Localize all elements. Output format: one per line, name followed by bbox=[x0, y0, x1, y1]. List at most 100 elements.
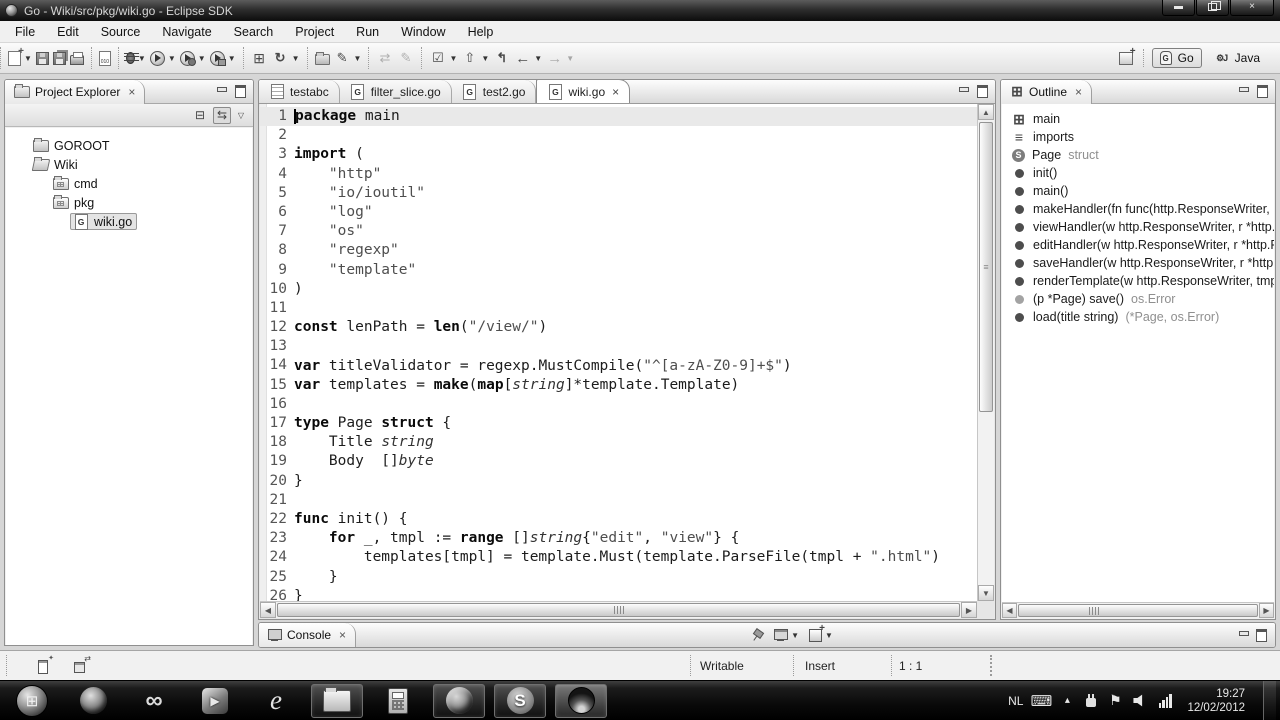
internet-explorer-taskbar-button[interactable] bbox=[250, 684, 302, 718]
outline-item-p-page-save[interactable]: (p *Page) save() os.Error bbox=[1012, 290, 1274, 308]
scroll-down-icon[interactable]: ▼ bbox=[978, 585, 994, 601]
dropdown-arrow-icon[interactable]: ▼ bbox=[449, 54, 457, 63]
outline-item-main[interactable]: main() bbox=[1012, 182, 1274, 200]
horizontal-scrollbar[interactable]: ◀ ▶ bbox=[260, 601, 977, 618]
maximize-view-button[interactable] bbox=[1255, 629, 1269, 641]
dropdown-arrow-icon[interactable]: ▼ bbox=[566, 54, 574, 63]
menu-window[interactable]: Window bbox=[390, 22, 456, 42]
start-button[interactable] bbox=[6, 684, 58, 718]
menu-source[interactable]: Source bbox=[90, 22, 152, 42]
calculator-taskbar-button[interactable] bbox=[372, 684, 424, 718]
dropdown-arrow-icon[interactable]: ▼ bbox=[138, 54, 146, 63]
forward-button[interactable]: ▼ bbox=[544, 49, 576, 68]
scroll-right-icon[interactable]: ▶ bbox=[1259, 603, 1274, 618]
navigate-up-button[interactable]: ▼ bbox=[459, 49, 491, 68]
menu-help[interactable]: Help bbox=[457, 22, 505, 42]
menu-navigate[interactable]: Navigate bbox=[151, 22, 222, 42]
infinity-app-taskbar-button[interactable] bbox=[128, 684, 180, 718]
scrollbar-thumb[interactable] bbox=[1018, 604, 1258, 617]
menu-edit[interactable]: Edit bbox=[46, 22, 90, 42]
collapse-all-button[interactable]: ⊟ bbox=[191, 107, 209, 124]
scrollbar-thumb[interactable]: ≡ bbox=[979, 122, 993, 412]
pin-console-button[interactable] bbox=[750, 628, 766, 642]
open-console-button[interactable]: ▼ bbox=[807, 623, 835, 643]
minimize-view-button[interactable] bbox=[215, 86, 229, 98]
close-icon[interactable]: × bbox=[1075, 85, 1082, 99]
tree-item-goroot[interactable]: GOROOT bbox=[6, 136, 252, 155]
clean-button[interactable] bbox=[395, 49, 416, 68]
scroll-left-icon[interactable]: ◀ bbox=[1002, 603, 1017, 618]
dropdown-arrow-icon[interactable]: ▼ bbox=[791, 631, 799, 640]
clock[interactable]: 19:27 12/02/2012 bbox=[1183, 687, 1245, 715]
close-icon[interactable]: × bbox=[128, 85, 135, 99]
save-all-button[interactable] bbox=[51, 51, 68, 66]
save-button[interactable] bbox=[34, 51, 51, 66]
minimize-editor-button[interactable] bbox=[957, 85, 971, 97]
menu-run[interactable]: Run bbox=[345, 22, 390, 42]
fast-view-icon[interactable] bbox=[38, 654, 54, 674]
outline-item-makehandler-fn-func-http-responsewriter[interactable]: makeHandler(fn func(http.ResponseWriter, bbox=[1012, 200, 1274, 218]
menu-project[interactable]: Project bbox=[284, 22, 345, 42]
close-icon[interactable]: × bbox=[612, 85, 619, 99]
run-history-button[interactable]: ▼ bbox=[178, 50, 208, 67]
minimize-view-button[interactable] bbox=[1237, 86, 1251, 98]
editor-tab-test2-go[interactable]: test2.go bbox=[451, 80, 537, 103]
volume-icon[interactable] bbox=[1133, 694, 1143, 707]
dropdown-arrow-icon[interactable]: ▼ bbox=[534, 54, 542, 63]
dropdown-arrow-icon[interactable]: ▼ bbox=[24, 54, 32, 63]
dropdown-arrow-icon[interactable]: ▼ bbox=[825, 631, 833, 640]
outline-item-main[interactable]: main bbox=[1012, 110, 1274, 128]
dropdown-arrow-icon[interactable]: ▼ bbox=[168, 54, 176, 63]
scrollbar-thumb[interactable] bbox=[277, 603, 960, 617]
vertical-scrollbar[interactable]: ▲ ≡ ▼ bbox=[977, 104, 994, 601]
outline-item-imports[interactable]: imports bbox=[1012, 128, 1274, 146]
file-explorer-taskbar-button[interactable] bbox=[311, 683, 363, 718]
external-tools-button[interactable]: ▼ bbox=[270, 49, 302, 68]
run-config-button[interactable]: ▼ bbox=[208, 50, 238, 67]
minimize-button[interactable] bbox=[1162, 0, 1195, 16]
restore-button[interactable] bbox=[1196, 0, 1229, 16]
media-player-taskbar-button[interactable] bbox=[189, 684, 241, 718]
editor-tab-wiki-go[interactable]: wiki.go × bbox=[536, 80, 631, 103]
project-explorer-tab[interactable]: Project Explorer × bbox=[5, 80, 146, 104]
open-resource-button[interactable] bbox=[313, 50, 332, 66]
minimize-view-button[interactable] bbox=[1237, 629, 1251, 641]
perspective-java-button[interactable]: Java bbox=[1207, 48, 1268, 68]
editor-presentation-icon[interactable] bbox=[74, 654, 91, 673]
hidden-icons-icon[interactable] bbox=[1059, 693, 1075, 709]
dropdown-arrow-icon[interactable]: ▼ bbox=[292, 54, 300, 63]
mark-occurrences-button[interactable]: ▼ bbox=[332, 49, 364, 68]
dropdown-arrow-icon[interactable]: ▼ bbox=[198, 54, 206, 63]
dropdown-arrow-icon[interactable]: ▼ bbox=[354, 54, 362, 63]
perspective-go-button[interactable]: Go bbox=[1151, 48, 1202, 68]
firefox-taskbar-button[interactable] bbox=[433, 683, 485, 718]
tree-item-wiki[interactable]: Wiki bbox=[6, 155, 252, 174]
menu-search[interactable]: Search bbox=[223, 22, 285, 42]
view-menu-button[interactable]: ▽ bbox=[235, 107, 247, 124]
debug-button[interactable]: ▼ bbox=[123, 51, 148, 65]
show-desktop-button[interactable] bbox=[1263, 680, 1276, 720]
new-wizard-button[interactable]: ▼ bbox=[6, 46, 34, 67]
tree-item-wiki-go[interactable]: wiki.go bbox=[6, 212, 252, 231]
outline-item-page[interactable]: Page struct bbox=[1012, 146, 1274, 164]
open-perspective-icon[interactable] bbox=[1118, 46, 1136, 65]
scroll-left-icon[interactable]: ◀ bbox=[260, 602, 276, 618]
network-signal-icon[interactable] bbox=[1157, 693, 1173, 708]
scroll-right-icon[interactable]: ▶ bbox=[961, 602, 977, 618]
outline-item-init[interactable]: init() bbox=[1012, 164, 1274, 182]
eclipse-taskbar-button[interactable] bbox=[555, 683, 607, 718]
outline-item-edithandler-w-http-responsewriter-r-http-r[interactable]: editHandler(w http.ResponseWriter, r *ht… bbox=[1012, 236, 1274, 254]
back-button[interactable]: ▼ bbox=[512, 49, 544, 68]
display-selected-console-button[interactable]: ▼ bbox=[772, 628, 801, 642]
close-icon[interactable]: × bbox=[339, 628, 346, 642]
tree-item-pkg[interactable]: pkg bbox=[6, 193, 252, 212]
tree-item-cmd[interactable]: cmd bbox=[6, 174, 252, 193]
editor-tab-testabc[interactable]: testabc bbox=[259, 80, 340, 103]
build-all-button[interactable] bbox=[249, 49, 270, 68]
dropdown-arrow-icon[interactable]: ▼ bbox=[228, 54, 236, 63]
show-tasks-button[interactable]: ▼ bbox=[427, 49, 459, 68]
title-bar[interactable]: Go - Wiki/src/pkg/wiki.go - Eclipse SDK … bbox=[0, 0, 1280, 21]
maximize-view-button[interactable] bbox=[1255, 86, 1269, 98]
power-icon[interactable] bbox=[1085, 693, 1097, 708]
network-globe-taskbar-button[interactable] bbox=[67, 684, 119, 718]
